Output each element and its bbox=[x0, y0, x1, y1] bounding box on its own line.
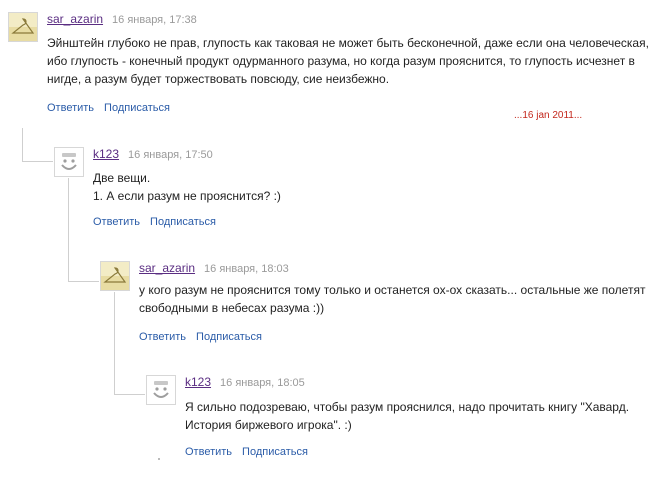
comment-body: Я сильно подозреваю, чтобы разум проясни… bbox=[185, 398, 655, 434]
k123-avatar[interactable] bbox=[54, 147, 84, 177]
thread-connector bbox=[22, 128, 53, 162]
comment-text-line: 1. А если разум не прояснится? :) bbox=[93, 189, 281, 203]
comment-body: у кого разум не прояснится тому только и… bbox=[139, 281, 659, 317]
k123-avatar[interactable] bbox=[146, 375, 176, 405]
author-link[interactable]: sar_azarin bbox=[47, 12, 103, 26]
subscribe-link[interactable]: Подписаться bbox=[242, 446, 308, 458]
comment-actions: Ответить Подписаться bbox=[139, 330, 262, 344]
sar-azarin-avatar[interactable] bbox=[100, 261, 130, 291]
subscribe-link[interactable]: Подписаться bbox=[104, 102, 170, 114]
subscribe-link[interactable]: Подписаться bbox=[196, 331, 262, 343]
comment-body: Эйнштейн глубоко не прав, глупость как т… bbox=[47, 34, 667, 88]
date-note: ...16 jan 2011... bbox=[514, 110, 583, 121]
hanger-icon bbox=[101, 262, 129, 290]
comment-actions: Ответить Подписаться bbox=[93, 215, 216, 229]
comment-thread: sar_azarin 16 января, 17:38 Эйнштейн глуб… bbox=[0, 0, 668, 478]
comment-meta: sar_azarin 16 января, 18:03 bbox=[139, 261, 289, 276]
smiley-face-icon bbox=[55, 148, 83, 176]
comment-timestamp: 16 января, 17:38 bbox=[112, 14, 197, 26]
divider-dot bbox=[158, 458, 160, 460]
comment-2: k123 16 января, 17:50 Две вещи. 1. А если… bbox=[54, 147, 654, 237]
comment-actions: Ответить Подписаться bbox=[185, 445, 308, 459]
thread-connector bbox=[114, 292, 145, 395]
reply-link[interactable]: Ответить bbox=[93, 216, 140, 228]
comment-text-line: Две вещи. bbox=[93, 171, 151, 185]
author-link[interactable]: k123 bbox=[185, 375, 211, 389]
author-link[interactable]: k123 bbox=[93, 147, 119, 161]
thread-connector bbox=[68, 178, 99, 282]
comment-text: у кого разум не прояснится тому только и… bbox=[139, 283, 646, 315]
comment-text: Эйнштейн глубоко не прав, глупость как т… bbox=[47, 36, 649, 86]
sar-azarin-avatar[interactable] bbox=[8, 12, 38, 42]
comment-body: Две вещи. 1. А если разум не прояснится?… bbox=[93, 169, 653, 205]
comment-actions: Ответить Подписаться bbox=[47, 101, 170, 115]
reply-link[interactable]: Ответить bbox=[185, 446, 232, 458]
reply-link[interactable]: Ответить bbox=[139, 331, 186, 343]
comment-timestamp: 16 января, 17:50 bbox=[128, 149, 213, 161]
comment-timestamp: 16 января, 18:05 bbox=[220, 377, 305, 389]
comment-timestamp: 16 января, 18:03 bbox=[204, 263, 289, 275]
comment-1: sar_azarin 16 января, 17:38 Эйнштейн глуб… bbox=[8, 12, 664, 122]
comment-3: sar_azarin 16 января, 18:03 у кого разум … bbox=[100, 261, 660, 351]
hanger-icon bbox=[9, 13, 37, 41]
subscribe-link[interactable]: Подписаться bbox=[150, 216, 216, 228]
comment-4: k123 16 января, 18:05 Я сильно подозреваю… bbox=[146, 375, 661, 465]
author-link[interactable]: sar_azarin bbox=[139, 261, 195, 275]
comment-meta: sar_azarin 16 января, 17:38 bbox=[47, 12, 197, 27]
smiley-face-icon bbox=[147, 376, 175, 404]
comment-meta: k123 16 января, 18:05 bbox=[185, 375, 305, 390]
comment-meta: k123 16 января, 17:50 bbox=[93, 147, 213, 162]
comment-text: Я сильно подозреваю, чтобы разум проясни… bbox=[185, 400, 630, 432]
reply-link[interactable]: Ответить bbox=[47, 102, 94, 114]
